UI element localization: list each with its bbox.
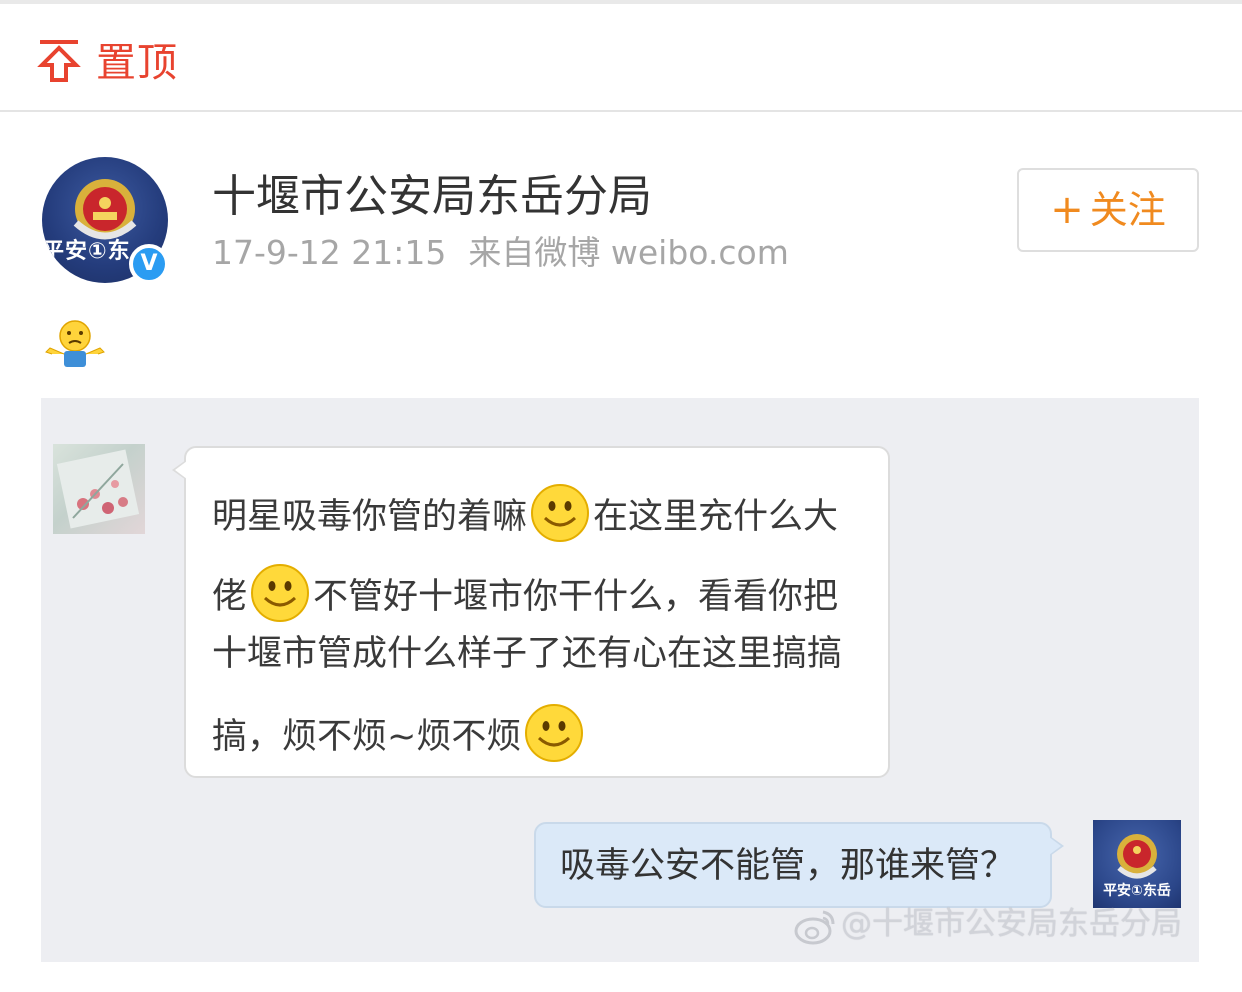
message-line-3: 十堰市管成什么样子了还有心在这里搞搞 <box>212 634 843 674</box>
incoming-message-bubble: 明星吸毒你管的着嘛 在这里充什么大 佬不管好十堰市你干什么，看看你把 十堰市管成什… <box>172 446 890 778</box>
verified-badge-icon: V <box>129 244 169 284</box>
sender-avatar <box>53 444 145 534</box>
smile-emoji-icon <box>525 704 584 762</box>
plus-icon: + <box>1050 187 1084 233</box>
weibo-post-page: 置顶 平安①东 V 十堰市公安局东岳分局 17-9-12 21:15 来自微博 w… <box>0 0 1242 992</box>
reply-message-bubble: 吸毒公安不能管，那谁来管？ <box>534 822 1064 908</box>
author-name[interactable]: 十堰市公安局东岳分局 <box>212 170 652 224</box>
weibo-watermark: @十堰市公安局东岳分局 <box>793 902 1182 946</box>
pinned-label: 置顶 <box>96 40 178 86</box>
follow-button[interactable]: + 关注 <box>1017 168 1199 252</box>
smile-emoji-icon <box>251 564 310 622</box>
reply-avatar-caption: 平安①东岳 <box>1103 883 1171 899</box>
post-source[interactable]: 来自微博 weibo.com <box>468 233 788 272</box>
reply-message-text: 吸毒公安不能管，那谁来管？ <box>560 846 1016 886</box>
post-meta: 17-9-12 21:15 来自微博 weibo.com <box>212 232 789 274</box>
shrug-emoji-icon <box>45 320 105 367</box>
smile-emoji-icon <box>531 484 590 542</box>
weibo-logo-icon <box>794 910 835 944</box>
message-line-4: 搞，烦不烦~烦不烦 <box>212 704 587 764</box>
pin-top-icon <box>37 40 81 82</box>
message-line-1: 明星吸毒你管的着嘛 在这里充什么大 <box>212 484 838 544</box>
chat-screenshot-image[interactable]: 明星吸毒你管的着嘛 在这里充什么大 佬不管好十堰市你干什么，看看你把 十堰市管成什… <box>41 398 1199 962</box>
message-line-2: 佬不管好十堰市你干什么，看看你把 <box>212 564 838 624</box>
follow-label: 关注 <box>1089 188 1166 232</box>
flowers-avatar-icon <box>56 449 140 529</box>
pinned-header: 置顶 <box>0 0 1242 112</box>
post-timestamp: 17-9-12 21:15 <box>212 233 447 272</box>
reply-avatar: 平安①东岳 <box>1093 820 1181 908</box>
